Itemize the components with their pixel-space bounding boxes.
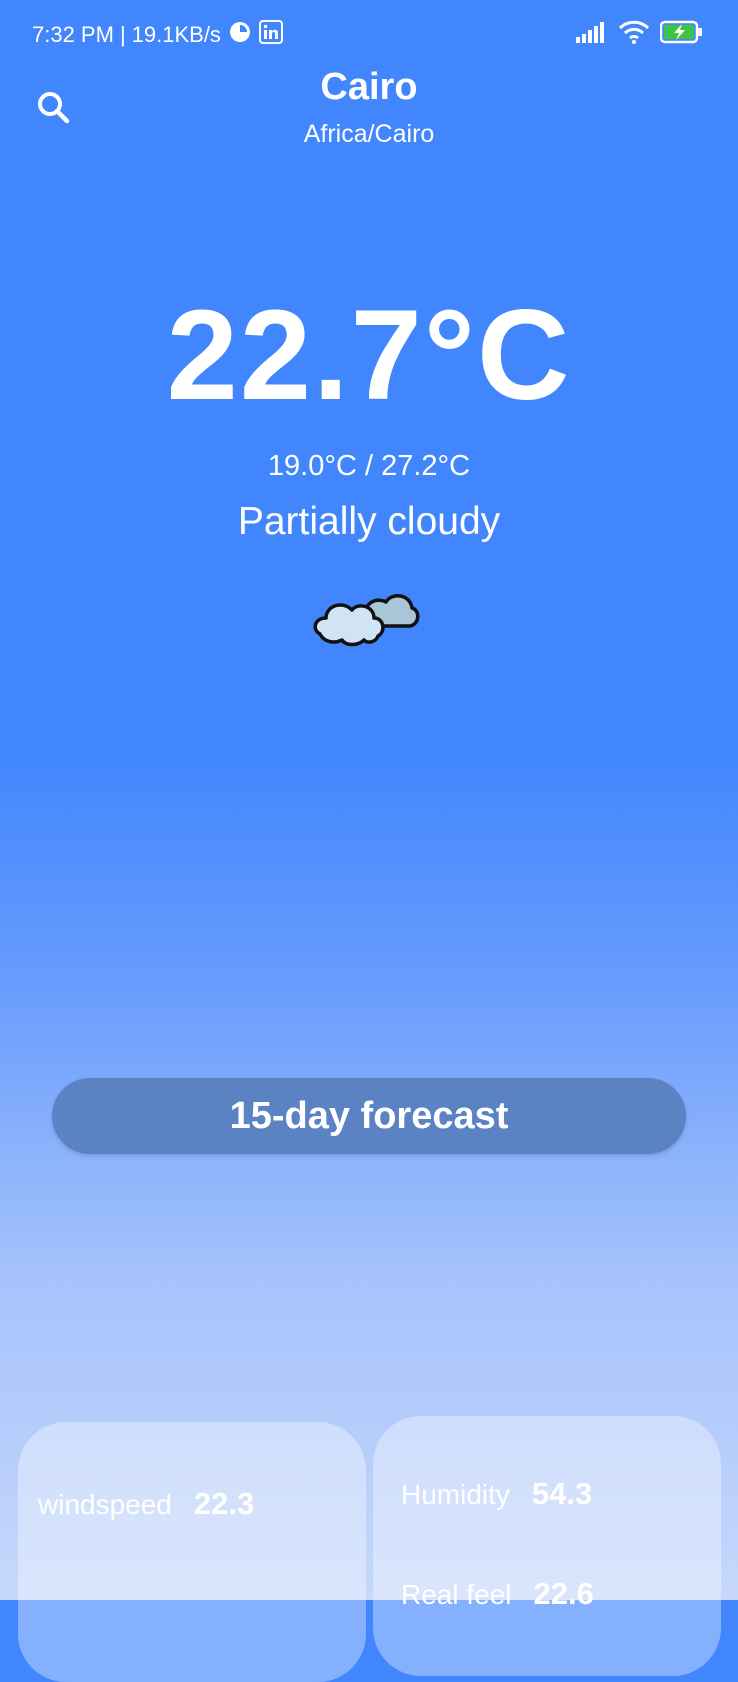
wifi-icon (618, 20, 650, 49)
humidity-label: Humidity (401, 1479, 510, 1510)
weather-condition: Partially cloudy (237, 500, 501, 543)
linkedin-icon (258, 20, 283, 50)
status-left: 7:32 PM | 19.1KB/s (32, 20, 283, 50)
forecast-button-label: 15-day forecast (229, 1094, 509, 1137)
battery-charging-icon (659, 20, 704, 49)
forecast-button[interactable]: 15-day forecast (52, 1078, 686, 1154)
signal-icon (576, 21, 608, 48)
partly-cloudy-icon (312, 578, 422, 648)
current-temperature: 22.7°C (166, 284, 572, 427)
realfeel-label: Real feel (401, 1579, 512, 1610)
realfeel-row: Real feel 22.6 (401, 1576, 594, 1612)
status-separator: | (119, 22, 126, 47)
humidity-row: Humidity 54.3 (401, 1476, 592, 1512)
windspeed-row: windspeed 22.3 (38, 1486, 254, 1522)
humidity-card: Humidity 54.3 Real feel 22.6 (373, 1416, 721, 1676)
city-name: Cairo (320, 66, 418, 108)
humidity-value: 54.3 (531, 1476, 593, 1511)
clock-app-icon (229, 21, 251, 49)
temperature-range: 19.0°C / 27.2°C (267, 450, 471, 482)
wind-card: windspeed 22.3 (18, 1422, 366, 1682)
status-bar: 7:32 PM | 19.1KB/s (0, 0, 738, 70)
timezone-label: Africa/Cairo (303, 120, 435, 148)
status-right (576, 20, 704, 49)
network-speed: 19.1KB/s (131, 22, 221, 47)
status-time: 7:32 PM (32, 22, 114, 47)
realfeel-value: 22.6 (533, 1576, 594, 1611)
windspeed-value: 22.3 (193, 1486, 255, 1521)
windspeed-label: windspeed (38, 1489, 172, 1520)
